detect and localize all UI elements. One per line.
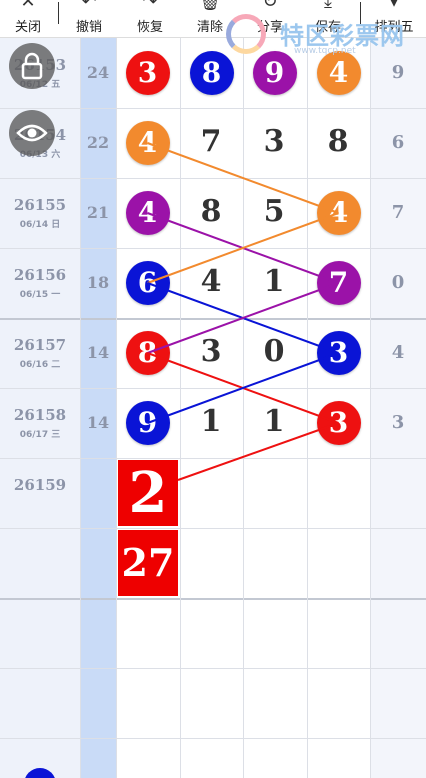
fifth-digit-value: 3: [391, 412, 405, 433]
digit-plain: 0: [263, 334, 285, 369]
prediction-sum: 27: [118, 530, 178, 596]
digit-ball: 4: [125, 121, 170, 165]
sum-value: 14: [86, 413, 110, 432]
digit-ball: 4: [316, 191, 361, 235]
grid-row-line: [0, 528, 426, 529]
digit-plain: 1: [200, 404, 222, 439]
issue-date: 06/15 一: [19, 290, 61, 300]
digit-ball: 3: [125, 51, 170, 95]
issue-date: 06/16 二: [19, 360, 61, 370]
digit-plain: 7: [200, 124, 222, 159]
watermark-swirl-icon: [226, 14, 266, 54]
fifth-digit-value: 7: [391, 202, 405, 223]
digit-ball: 9: [252, 51, 297, 95]
fifth-digit-value: 0: [391, 272, 405, 293]
sum-value: 18: [86, 273, 110, 292]
fifth-digit-value: 4: [391, 342, 405, 363]
undo-button[interactable]: ↶ 撤销: [59, 0, 119, 38]
digit-plain: 5: [263, 194, 285, 229]
grid-row-line: [0, 108, 426, 109]
grid-row-line: [0, 598, 426, 600]
digit-plain: 3: [263, 124, 285, 159]
close-label: 关闭: [14, 20, 41, 35]
issue-number: 26159: [13, 476, 67, 494]
digit-ball: 8: [189, 51, 234, 95]
grid-row-line: [0, 178, 426, 179]
eye-icon: [16, 124, 48, 142]
issue-number: 26157: [13, 336, 67, 354]
fifth-digit-value: 9: [391, 62, 405, 83]
grid-row-line: [0, 248, 426, 249]
issue-number: 26156: [13, 266, 67, 284]
prediction-digit: 2: [118, 460, 178, 526]
redo-button[interactable]: ↷ 恢复: [120, 0, 180, 38]
digit-ball: 6: [125, 261, 170, 305]
sum-value: 24: [86, 63, 110, 82]
issue-date: 06/14 日: [19, 220, 61, 230]
issue-number: 26155: [13, 196, 67, 214]
digit-ball: 9: [125, 401, 170, 445]
redo-label: 恢复: [136, 20, 163, 35]
digit-ball: 3: [316, 401, 361, 445]
fifth-digit-value: 6: [391, 132, 405, 153]
watermark-logo: 特区彩票网 www.tqcp.net: [226, 8, 426, 56]
sum-value: 22: [86, 133, 110, 152]
lock-button[interactable]: [9, 43, 55, 89]
trend-grid[interactable]: 2615306/12 五24938942615406/13 六226473826…: [0, 38, 426, 778]
digit-ball: 4: [125, 191, 170, 235]
digit-ball: 8: [125, 331, 170, 375]
watermark-url: www.tqcp.net: [294, 46, 356, 56]
digit-ball: 4: [316, 51, 361, 95]
issue-number: 26158: [13, 406, 67, 424]
digit-plain: 8: [200, 194, 222, 229]
redo-icon: ↷: [142, 0, 158, 12]
close-button[interactable]: ✕ 关闭: [0, 0, 58, 38]
digit-plain: 8: [327, 124, 349, 159]
eye-button[interactable]: [9, 110, 55, 156]
grid-row-line: [0, 738, 426, 739]
grid-row-line: [0, 668, 426, 669]
digit-ball: 7: [316, 261, 361, 305]
digit-plain: 1: [263, 404, 285, 439]
digit-plain: 1: [263, 264, 285, 299]
grid-row-line: [0, 458, 426, 459]
close-icon: ✕: [20, 0, 36, 12]
issue-date: 06/17 三: [19, 430, 61, 440]
sum-value: 14: [86, 343, 110, 362]
digit-ball: 3: [316, 331, 361, 375]
sum-value: 21: [86, 203, 110, 222]
grid-row-line: [0, 388, 426, 389]
digit-plain: 4: [200, 264, 222, 299]
digit-plain: 3: [200, 334, 222, 369]
lock-icon: [21, 52, 43, 80]
grid-row-line: [0, 318, 426, 320]
undo-label: 撤销: [75, 20, 102, 35]
undo-icon: ↶: [81, 0, 97, 12]
grid-col-line: [116, 38, 117, 778]
